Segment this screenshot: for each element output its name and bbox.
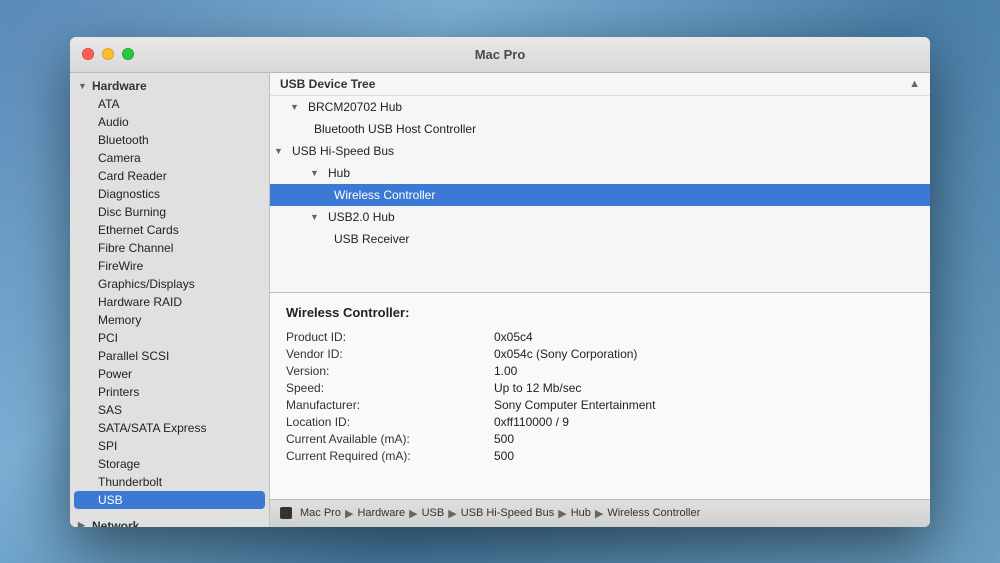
field-manufacturer-key: Manufacturer:: [286, 398, 486, 412]
sep-3: ▶: [558, 507, 566, 520]
field-product-id-key: Product ID:: [286, 330, 486, 344]
tree-item-hub[interactable]: ▼ Hub: [270, 162, 930, 184]
usb-receiver-label: USB Receiver: [330, 230, 413, 248]
field-version-key: Version:: [286, 364, 486, 378]
tree-item-bt-host[interactable]: Bluetooth USB Host Controller: [270, 118, 930, 140]
network-triangle: ▶: [78, 520, 88, 527]
tree-header: USB Device Tree ▲: [270, 73, 930, 96]
field-product-id-val: 0x05c4: [494, 330, 914, 344]
maximize-button[interactable]: [122, 48, 134, 60]
sidebar-item-thunderbolt[interactable]: Thunderbolt: [70, 473, 269, 491]
sidebar-item-hardware-raid[interactable]: Hardware RAID: [70, 293, 269, 311]
network-label: Network: [92, 519, 139, 527]
content-area: ▼ Hardware ATA Audio Bluetooth Camera Ca…: [70, 73, 930, 527]
minimize-button[interactable]: [102, 48, 114, 60]
sep-2: ▶: [448, 507, 456, 520]
sidebar-item-disc-burning[interactable]: Disc Burning: [70, 203, 269, 221]
sidebar-item-ata[interactable]: ATA: [70, 95, 269, 113]
tree-item-usb-receiver[interactable]: USB Receiver: [270, 228, 930, 250]
field-version-val: 1.00: [494, 364, 914, 378]
breadcrumb-item-0: Mac Pro: [300, 507, 341, 519]
hardware-triangle: ▼: [78, 81, 88, 91]
field-vendor-id-key: Vendor ID:: [286, 347, 486, 361]
sep-4: ▶: [595, 507, 603, 520]
network-section-header[interactable]: ▶ Network: [70, 517, 269, 527]
wireless-controller-label: Wireless Controller: [330, 186, 439, 204]
tree-header-label: USB Device Tree: [280, 77, 375, 91]
field-speed-key: Speed:: [286, 381, 486, 395]
hub-label: Hub: [324, 164, 354, 182]
main-panel: USB Device Tree ▲ ▼ BRCM20702 Hub Blueto…: [270, 73, 930, 527]
sidebar-item-bluetooth[interactable]: Bluetooth: [70, 131, 269, 149]
sidebar-item-card-reader[interactable]: Card Reader: [70, 167, 269, 185]
brcm-triangle: ▼: [290, 102, 300, 112]
sidebar-item-fibre-channel[interactable]: Fibre Channel: [70, 239, 269, 257]
field-location-val: 0xff110000 / 9: [494, 415, 914, 429]
tree-item-usb-hispeed[interactable]: ▼ USB Hi-Speed Bus: [270, 140, 930, 162]
titlebar: Mac Pro: [70, 37, 930, 73]
detail-title: Wireless Controller:: [286, 305, 914, 320]
field-current-avail-val: 500: [494, 432, 914, 446]
sidebar-item-storage[interactable]: Storage: [70, 455, 269, 473]
window-title: Mac Pro: [475, 47, 526, 62]
network-section: ▶ Network: [70, 513, 269, 527]
breadcrumb-item-5: Wireless Controller: [607, 507, 700, 519]
field-vendor-id-val: 0x054c (Sony Corporation): [494, 347, 914, 361]
field-current-req-val: 500: [494, 449, 914, 463]
brcm-label: BRCM20702 Hub: [304, 98, 406, 116]
sidebar-item-parallel-scsi[interactable]: Parallel SCSI: [70, 347, 269, 365]
sidebar-item-graphics-displays[interactable]: Graphics/Displays: [70, 275, 269, 293]
field-current-req-key: Current Required (mA):: [286, 449, 486, 463]
sidebar-item-sas[interactable]: SAS: [70, 401, 269, 419]
detail-panel: Wireless Controller: Product ID: 0x05c4 …: [270, 293, 930, 499]
breadcrumb-item-2: USB: [422, 507, 445, 519]
breadcrumb-item-1: Hardware: [357, 507, 405, 519]
hardware-label: Hardware: [92, 79, 147, 93]
breadcrumb: Mac Pro ▶ Hardware ▶ USB ▶ USB Hi-Speed …: [270, 499, 930, 527]
sidebar-item-memory[interactable]: Memory: [70, 311, 269, 329]
hispeed-triangle: ▼: [274, 146, 284, 156]
close-button[interactable]: [82, 48, 94, 60]
sidebar-item-spi[interactable]: SPI: [70, 437, 269, 455]
sidebar-item-ethernet-cards[interactable]: Ethernet Cards: [70, 221, 269, 239]
sidebar-item-diagnostics[interactable]: Diagnostics: [70, 185, 269, 203]
usb2hub-label: USB2.0 Hub: [324, 208, 399, 226]
sidebar-item-usb[interactable]: USB: [74, 491, 265, 509]
field-manufacturer-val: Sony Computer Entertainment: [494, 398, 914, 412]
breadcrumb-item-3: USB Hi-Speed Bus: [461, 507, 555, 519]
sidebar-item-power[interactable]: Power: [70, 365, 269, 383]
tree-item-usb2hub[interactable]: ▼ USB2.0 Hub: [270, 206, 930, 228]
sep-1: ▶: [409, 507, 417, 520]
field-current-avail-key: Current Available (mA):: [286, 432, 486, 446]
sidebar-item-firewire[interactable]: FireWire: [70, 257, 269, 275]
hardware-section-header[interactable]: ▼ Hardware: [70, 77, 269, 95]
field-location-key: Location ID:: [286, 415, 486, 429]
hub-triangle: ▼: [310, 168, 320, 178]
mac-pro-icon: [280, 507, 292, 519]
sidebar-item-printers[interactable]: Printers: [70, 383, 269, 401]
sidebar: ▼ Hardware ATA Audio Bluetooth Camera Ca…: [70, 73, 270, 527]
sidebar-item-audio[interactable]: Audio: [70, 113, 269, 131]
traffic-lights: [82, 48, 134, 60]
hispeed-label: USB Hi-Speed Bus: [288, 142, 398, 160]
usb2hub-triangle: ▼: [310, 212, 320, 222]
detail-table: Product ID: 0x05c4 Vendor ID: 0x054c (So…: [286, 330, 914, 463]
collapse-icon[interactable]: ▲: [909, 78, 920, 90]
field-speed-val: Up to 12 Mb/sec: [494, 381, 914, 395]
breadcrumb-item-4: Hub: [571, 507, 591, 519]
bt-host-label: Bluetooth USB Host Controller: [310, 120, 480, 138]
sidebar-item-camera[interactable]: Camera: [70, 149, 269, 167]
sidebar-item-sata[interactable]: SATA/SATA Express: [70, 419, 269, 437]
hardware-section: ▼ Hardware ATA Audio Bluetooth Camera Ca…: [70, 73, 269, 513]
tree-panel[interactable]: USB Device Tree ▲ ▼ BRCM20702 Hub Blueto…: [270, 73, 930, 293]
tree-item-wireless-controller[interactable]: Wireless Controller: [270, 184, 930, 206]
tree-item-brcm[interactable]: ▼ BRCM20702 Hub: [270, 96, 930, 118]
sidebar-item-pci[interactable]: PCI: [70, 329, 269, 347]
sep-0: ▶: [345, 507, 353, 520]
main-window: Mac Pro ▼ Hardware ATA Audio Bluetooth C…: [70, 37, 930, 527]
